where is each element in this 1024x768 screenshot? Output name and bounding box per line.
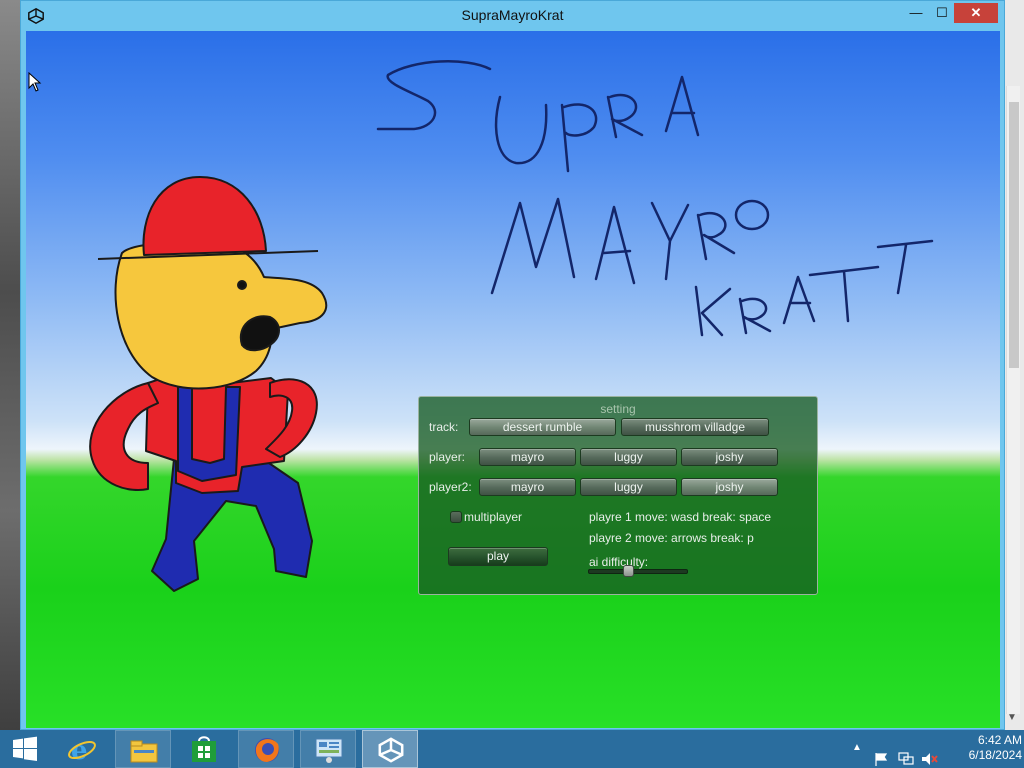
- taskbar-internet-explorer[interactable]: e: [54, 730, 110, 768]
- close-button[interactable]: ✕: [954, 3, 998, 23]
- unity-icon: [378, 737, 404, 763]
- play-button[interactable]: play: [448, 547, 548, 566]
- store-icon: [192, 736, 216, 762]
- taskbar-file-explorer[interactable]: [115, 730, 171, 768]
- player2-controls-text: playre 2 move: arrows break: p: [589, 531, 754, 545]
- clock-time: 6:42 AM: [977, 733, 1022, 747]
- taskbar-firefox[interactable]: [238, 730, 294, 768]
- taskbar-unity[interactable]: [362, 730, 418, 768]
- game-window: SupraMayroKrat — ☐ ✕ setting track: dess…: [20, 0, 1005, 730]
- character-head: [114, 239, 328, 390]
- player-label: player:: [429, 450, 466, 464]
- player2-button-luggy[interactable]: luggy: [580, 478, 677, 496]
- internet-explorer-icon: e: [68, 736, 96, 763]
- mayro-character: [89, 176, 328, 592]
- character-hat: [142, 176, 267, 256]
- game-viewport: setting track: dessert rumble musshrom v…: [26, 31, 1000, 728]
- action-center-flag-icon[interactable]: [873, 740, 889, 768]
- player-button-luggy[interactable]: luggy: [580, 448, 677, 466]
- desktop-background: [0, 0, 20, 730]
- start-icon: [13, 736, 37, 761]
- taskbar-control-panel[interactable]: [300, 730, 356, 768]
- window-title: SupraMayroKrat: [461, 7, 564, 23]
- multiplayer-label[interactable]: multiplayer: [464, 510, 522, 524]
- title-bar[interactable]: SupraMayroKrat — ☐ ✕: [21, 1, 1004, 31]
- player2-button-mayro[interactable]: mayro: [479, 478, 576, 496]
- player-button-joshy[interactable]: joshy: [681, 448, 778, 466]
- player2-label: player2:: [429, 480, 472, 494]
- track-button-dessert-rumble[interactable]: dessert rumble: [469, 418, 616, 436]
- ai-difficulty-slider[interactable]: [588, 569, 688, 574]
- settings-title: setting: [600, 402, 636, 416]
- background-scroll-thumb[interactable]: [1009, 102, 1019, 368]
- scroll-down-icon[interactable]: ▼: [1007, 712, 1017, 723]
- control-panel-icon: [315, 738, 343, 763]
- network-icon[interactable]: [897, 740, 915, 768]
- ai-difficulty-slider-thumb[interactable]: [622, 565, 634, 577]
- player1-controls-text: playre 1 move: wasd break: space: [589, 510, 772, 524]
- clock-date: 6/18/2024: [968, 748, 1022, 762]
- game-logo: [376, 60, 934, 337]
- settings-panel: setting track: dessert rumble musshrom v…: [418, 396, 818, 595]
- track-button-musshrom-villadge[interactable]: musshrom villadge: [621, 418, 769, 436]
- taskbar: e ▲ 6:42 AM 6/18/2024: [0, 730, 1024, 768]
- taskbar-store[interactable]: [176, 730, 232, 768]
- ai-difficulty-label: ai difficulty:: [589, 555, 649, 569]
- player-button-mayro[interactable]: mayro: [479, 448, 576, 466]
- maximize-button[interactable]: ☐: [931, 3, 953, 23]
- character-eye: [237, 280, 247, 290]
- game-artwork: [89, 60, 934, 592]
- firefox-icon: [255, 738, 279, 762]
- file-explorer-icon: [130, 740, 158, 763]
- start-button[interactable]: [0, 730, 50, 768]
- taskbar-clock[interactable]: 6:42 AM 6/18/2024: [936, 733, 1022, 763]
- track-label: track:: [429, 420, 459, 434]
- minimize-button[interactable]: —: [905, 3, 927, 23]
- multiplayer-checkbox[interactable]: [450, 511, 462, 523]
- player2-button-joshy[interactable]: joshy: [681, 478, 778, 496]
- tray-overflow-icon[interactable]: ▲: [852, 742, 862, 768]
- mouse-cursor-icon: [28, 72, 42, 92]
